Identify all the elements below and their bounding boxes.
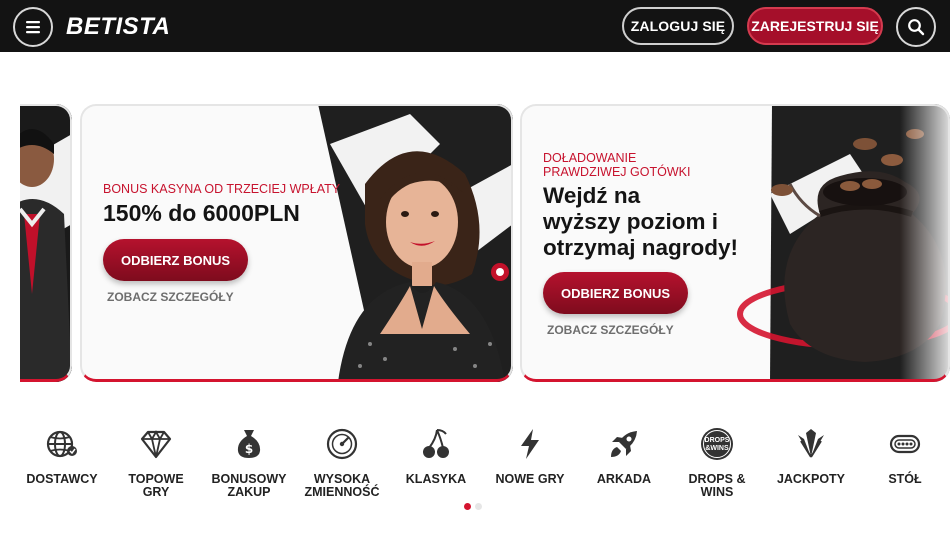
promo-small-title: BONUS KASYNA OD TRZECIEJ WPŁATY — [103, 182, 341, 196]
promo-headline-line1: Wejdź na — [543, 183, 641, 208]
cherries-icon — [423, 429, 449, 458]
promo-headline-line2: wyższy poziom i — [543, 209, 719, 234]
previous-promo-image — [20, 104, 72, 382]
pagination-dot[interactable] — [475, 503, 482, 510]
drops-wins-badge-line2: &WINS — [705, 445, 729, 452]
register-button[interactable]: ZAREJESTRUJ SIĘ — [747, 7, 883, 45]
game-categories: DOSTAWCY TOPOWE GRY $ BONUSOWY ZAKUP WYS… — [0, 420, 950, 510]
see-details-link[interactable]: ZOBACZ SZCZEGÓŁY — [107, 290, 234, 304]
svg-text:$: $ — [245, 442, 253, 456]
money-bag-icon: $ — [237, 430, 261, 458]
category-label: NOWE GRY — [495, 472, 565, 486]
carousel-pagination — [464, 503, 488, 511]
promo-headline: 150% do 6000PLN — [103, 200, 300, 226]
claim-bonus-button[interactable]: ODBIERZ BONUS — [103, 239, 248, 281]
claim-bonus-button[interactable]: ODBIERZ BONUS — [543, 272, 688, 314]
category-label: KLASYKA — [405, 472, 467, 486]
hamburger-menu-button[interactable] — [13, 7, 53, 47]
drops-wins-icon: DROPS &WINS — [701, 428, 733, 460]
globe-icon — [46, 430, 77, 458]
rocket-icon — [611, 431, 637, 457]
category-label-line2: WINS — [700, 485, 734, 499]
promo-card-casino-bonus[interactable]: BONUS KASYNA OD TRZECIEJ WPŁATY 150% do … — [80, 104, 513, 382]
drops-wins-badge-line1: DROPS — [705, 437, 730, 444]
promo-small-title-line1: DOŁADOWANIE — [543, 151, 637, 165]
table-icon — [889, 434, 921, 454]
category-classic[interactable]: KLASYKA — [386, 420, 486, 486]
category-top-games[interactable]: TOPOWE GRY — [106, 420, 206, 499]
search-icon — [908, 19, 925, 36]
promo-card-previous[interactable] — [20, 104, 72, 382]
category-bonus-buy[interactable]: $ BONUSOWY ZAKUP — [199, 420, 299, 499]
category-label: STÓŁ — [888, 472, 922, 486]
logo-text: BETISTA — [66, 13, 170, 39]
lightning-icon — [521, 429, 539, 459]
category-label: JACKPOTY — [776, 472, 846, 486]
category-label-line2: ZMIENNOŚĆ — [304, 485, 380, 499]
category-high-volatility[interactable]: WYSOKA ZMIENNOŚĆ — [292, 420, 392, 499]
promo-carousel[interactable]: BONUS KASYNA OD TRZECIEJ WPŁATY 150% do … — [20, 104, 950, 386]
betista-logo[interactable]: BETISTA — [66, 11, 192, 39]
gauge-icon — [326, 428, 358, 460]
login-button[interactable]: ZALOGUJ SIĘ — [622, 7, 734, 45]
category-label: ARKADA — [596, 472, 652, 486]
category-drops-wins[interactable]: DROPS &WINS DROPS & WINS — [667, 420, 767, 499]
category-label-line2: ZAKUP — [227, 485, 271, 499]
promo-card-cash-reload[interactable]: DOŁADOWANIE PRAWDZIWEJ GOTÓWKI Wejdź na … — [520, 104, 950, 382]
diamond-icon — [140, 430, 172, 459]
promo-small-title-line2: PRAWDZIWEJ GOTÓWKI — [543, 165, 691, 179]
category-providers[interactable]: DOSTAWCY — [12, 420, 112, 486]
category-jackpots[interactable]: JACKPOTY — [761, 420, 861, 486]
category-label: DOSTAWCY — [26, 472, 98, 486]
promo-headline-line3: otrzymaj nagrody! — [543, 235, 739, 260]
pagination-dot-active[interactable] — [464, 503, 471, 510]
top-header: BETISTA ZALOGUJ SIĘ ZAREJESTRUJ SIĘ — [0, 0, 950, 52]
jackpot-icon — [798, 429, 824, 458]
category-table[interactable]: STÓŁ — [855, 420, 950, 486]
category-new-games[interactable]: NOWE GRY — [480, 420, 580, 486]
see-details-link[interactable]: ZOBACZ SZCZEGÓŁY — [547, 323, 674, 337]
category-arcade[interactable]: ARKADA — [574, 420, 674, 486]
category-label-line2: GRY — [142, 485, 170, 499]
search-button[interactable] — [896, 7, 936, 47]
hamburger-icon — [26, 21, 40, 34]
